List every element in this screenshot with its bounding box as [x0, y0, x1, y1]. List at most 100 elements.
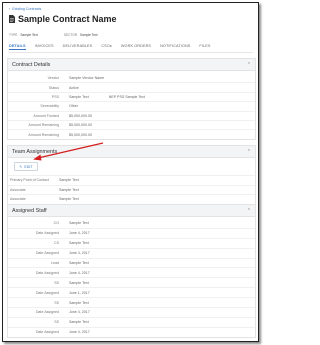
document-icon: [9, 15, 15, 23]
staff-row: Date Assigned June 1, 2017: [8, 288, 255, 299]
tab-notifications[interactable]: NOTIFICATIONS: [160, 44, 190, 50]
staff-label: Lead: [51, 261, 59, 265]
staff-row: SS Sample Text: [8, 278, 255, 289]
tab-details[interactable]: DETAILS: [9, 44, 26, 50]
staff-value: Sample Text: [69, 320, 89, 325]
assignment-row: Associate Sample Text: [8, 194, 255, 204]
detail-row: Vendor Sample Vendor Name: [8, 74, 255, 84]
detail-row: Amount Remaining $5,000,000.00: [8, 130, 255, 138]
assignment-row: Primary Point of Contact Sample Text: [8, 175, 255, 185]
staff-value: Sample Text: [69, 280, 89, 285]
staff-value: June 4, 2017: [69, 330, 90, 335]
tab-files[interactable]: FILES: [199, 44, 210, 50]
detail-label: PSS: [51, 94, 59, 99]
tab-deliverables[interactable]: DELIVERABLES: [63, 44, 93, 50]
staff-value: Sample Text: [69, 241, 89, 246]
staff-label: SS: [54, 280, 59, 285]
detail-row: Status Active: [8, 83, 255, 93]
detail-value: Sample Text: [69, 94, 89, 99]
contract-details-heading: Contract Details: [12, 61, 51, 68]
contract-details-panel: Contract Details ⌃ Vendor Sample Vendor N…: [7, 58, 256, 140]
staff-label: SS: [54, 300, 59, 305]
detail-row: PSS Sample Text NEP PSS Sample Text: [8, 93, 255, 103]
staff-value: June 4, 2017: [69, 231, 90, 236]
type-value: Sample Text: [20, 33, 38, 37]
chevron-up-icon[interactable]: ⌃: [247, 62, 251, 68]
assignment-row: Associate Sample Text: [8, 184, 255, 195]
detail-value: Other: [69, 104, 78, 109]
detail-value: Sample Vendor Name: [69, 76, 105, 81]
assigned-staff-panel: Assigned Staff ⌃ CO Sample Text Date Assi…: [7, 204, 256, 338]
detail-label: Amount Remaining: [28, 132, 59, 137]
page-title: Sample Contract Name: [18, 14, 117, 24]
staff-label: Date Assigned: [35, 270, 59, 275]
sector-label: SECTOR: [63, 33, 78, 37]
staff-value: Sample Text: [69, 221, 89, 226]
app-window: ‹ Existing Contracts Sample Contract Nam…: [2, 2, 259, 342]
tab-work-orders[interactable]: WORK ORDERS: [121, 44, 151, 50]
staff-row: Date Assigned June 4, 2017: [8, 308, 255, 318]
staff-value: Sample Text: [69, 300, 89, 305]
staff-label: CO: [53, 221, 59, 226]
assignment-label: Associate: [10, 187, 26, 192]
detail-label: Amount Remaining: [28, 123, 59, 128]
pencil-icon: ✎: [19, 164, 23, 169]
detail-row: Severability Other: [8, 102, 255, 112]
staff-label: CS: [54, 241, 59, 246]
staff-value: Sample Text: [69, 261, 89, 265]
staff-label: Date Assigned: [35, 310, 59, 315]
assigned-staff-heading: Assigned Staff: [12, 207, 47, 214]
staff-label: SS: [54, 320, 59, 325]
chevron-up-icon[interactable]: ⌃: [247, 208, 251, 214]
staff-row: Date Assigned June 4, 2017: [8, 328, 255, 337]
detail-row: Amount Funded $5,000,000.00: [8, 112, 255, 121]
staff-value: June 4, 2017: [69, 310, 90, 315]
assigned-staff-header[interactable]: Assigned Staff ⌃: [8, 205, 255, 217]
breadcrumb[interactable]: ‹ Existing Contracts: [9, 6, 41, 11]
staff-label: Date Assigned: [35, 251, 59, 256]
staff-row: Lead Sample Text: [8, 259, 255, 269]
staff-row: SS Sample Text: [8, 318, 255, 328]
staff-row: Date Assigned June 4, 2017: [8, 229, 255, 239]
detail-row: Amount Remaining $5,000,000.00: [8, 121, 255, 131]
breadcrumb-label[interactable]: Existing Contracts: [12, 7, 41, 11]
meta-spacer: [41, 33, 61, 37]
detail-value: $5,000,000.00: [69, 113, 92, 118]
detail-value: Active: [69, 85, 79, 90]
page-header: Sample Contract Name: [9, 14, 117, 24]
edit-button-label: EDIT: [24, 164, 33, 169]
detail-label: Status: [48, 85, 59, 90]
assignment-value: Sample Text: [59, 187, 79, 192]
detail-value: $5,000,000.00: [69, 132, 92, 137]
edit-team-button[interactable]: ✎ EDIT: [14, 162, 38, 171]
staff-value: June 4, 2017: [69, 270, 90, 275]
tab-bar: DETAILS INVOICES DELIVERABLES CSOs WORK …: [9, 44, 253, 53]
staff-value: June 4, 2017: [69, 251, 90, 256]
assignment-value: Sample Text: [59, 178, 79, 183]
team-assignments-panel: Team Assignments ⌃ ✎ EDIT Primary Point …: [7, 145, 256, 205]
staff-row: CS Sample Text: [8, 239, 255, 249]
assignment-label: Primary Point of Contact: [10, 178, 49, 183]
team-assignments-heading: Team Assignments: [12, 148, 58, 155]
type-label: TYPE: [9, 33, 18, 37]
back-arrow-icon[interactable]: ‹: [9, 6, 10, 11]
staff-label: Date Assigned: [35, 290, 59, 295]
staff-row: Date Assigned June 4, 2017: [8, 268, 255, 279]
staff-row: SS Sample Text: [8, 298, 255, 309]
staff-label: Date Assigned: [35, 231, 59, 236]
detail-value-secondary: NEP PSS Sample Text: [108, 94, 145, 99]
detail-label: Severability: [40, 104, 59, 109]
detail-label: Vendor: [47, 76, 59, 81]
team-assignments-header[interactable]: Team Assignments ⌃: [8, 146, 255, 158]
staff-row: Date Assigned June 4, 2017: [8, 249, 255, 259]
detail-value: $5,000,000.00: [69, 123, 92, 128]
contract-meta: TYPE Sample Text SECTOR Sample Text: [9, 33, 98, 37]
tab-invoices[interactable]: INVOICES: [35, 44, 54, 50]
staff-value: June 1, 2017: [69, 290, 90, 295]
tab-csos[interactable]: CSOs: [101, 44, 112, 50]
chevron-up-icon[interactable]: ⌃: [247, 149, 251, 155]
contract-details-header[interactable]: Contract Details ⌃: [8, 59, 255, 71]
detail-label: Amount Funded: [33, 113, 59, 118]
assignment-label: Associate: [10, 197, 26, 202]
staff-row: CO Sample Text: [8, 219, 255, 229]
